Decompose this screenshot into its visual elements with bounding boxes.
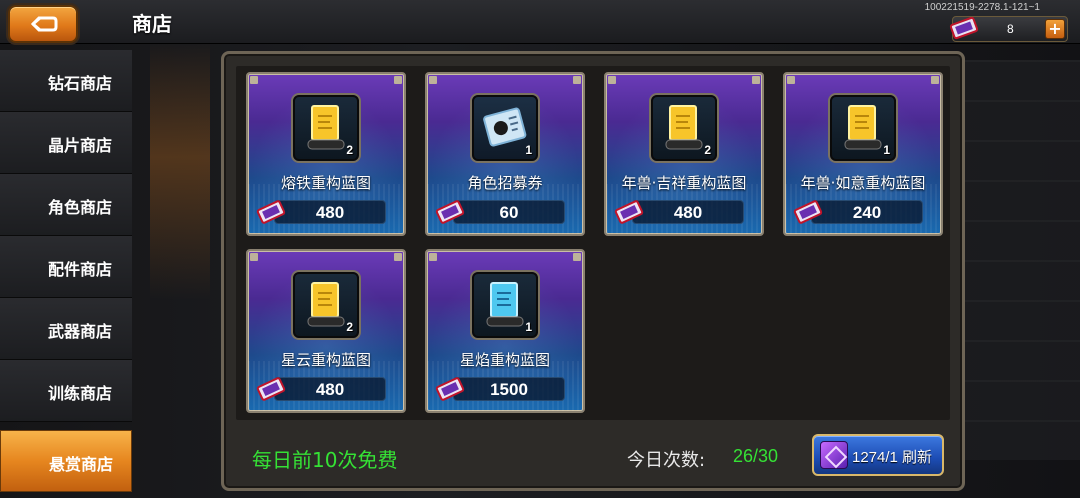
- sidebar-item-label: 武器商店: [48, 322, 113, 341]
- daily-count-label: 今日次数:: [627, 450, 706, 471]
- refresh-button-label: 1274/1 刷新: [852, 449, 933, 466]
- shop-item-card[interactable]: 2 熔铁重构蓝图 480: [246, 72, 406, 236]
- background-glow: [150, 40, 210, 300]
- price-bar: 1500: [453, 377, 565, 401]
- item-price: 240: [852, 203, 882, 222]
- top-bar: 商店 100221519-2278.1-121~1 8 +: [0, 0, 1080, 44]
- version-text: 100221519-2278.1-121~1: [924, 2, 1040, 13]
- price-bar: 480: [274, 377, 386, 401]
- shop-item-grid: 2 熔铁重构蓝图 480 1 角色招募券 60 2 年兽·吉祥重构蓝图 480 …: [236, 66, 950, 420]
- refresh-button[interactable]: 1274/1 刷新: [812, 434, 944, 476]
- sidebar-item-bounty-shop[interactable]: 悬赏商店: [0, 430, 132, 492]
- item-name: 角色招募券: [467, 174, 543, 192]
- sidebar-item-parts-shop[interactable]: 配件商店: [0, 236, 132, 298]
- bounty-ticket-icon: [435, 377, 465, 401]
- shop-item-card[interactable]: 2 星云重构蓝图 480: [246, 249, 406, 413]
- bounty-ticket-icon: [949, 16, 979, 40]
- shop-panel: 2 熔铁重构蓝图 480 1 角色招募券 60 2 年兽·吉祥重构蓝图 480 …: [221, 51, 965, 491]
- background-wall-panel: [960, 60, 1080, 460]
- sidebar-item-label: 钻石商店: [48, 74, 113, 93]
- price-bar: 60: [453, 200, 565, 224]
- bounty-ticket-icon: [256, 200, 286, 224]
- item-price: 480: [315, 203, 345, 222]
- price-bar: 480: [274, 200, 386, 224]
- shop-item-card[interactable]: 1 角色招募券 60: [425, 72, 585, 236]
- sidebar-item-weapon-shop[interactable]: 武器商店: [0, 298, 132, 360]
- sidebar-item-label: 配件商店: [48, 260, 113, 279]
- item-quantity: 1: [883, 143, 890, 157]
- recruit-ticket-icon: 1: [472, 95, 538, 161]
- item-quantity: 2: [704, 143, 711, 157]
- item-price: 480: [673, 203, 703, 222]
- bounty-ticket-icon: [793, 200, 823, 224]
- sidebar-item-training-shop[interactable]: 训练商店: [0, 360, 132, 422]
- shop-item-card[interactable]: 2 年兽·吉祥重构蓝图 480: [604, 72, 764, 236]
- gold-scroll-icon: 2: [293, 272, 359, 338]
- item-quantity: 2: [346, 320, 353, 334]
- item-quantity: 2: [346, 143, 353, 157]
- gold-scroll-icon: 2: [651, 95, 717, 161]
- item-price: 480: [315, 380, 345, 399]
- bounty-ticket-count: 8: [1007, 22, 1014, 36]
- shop-item-card[interactable]: 1 星焰重构蓝图 1500: [425, 249, 585, 413]
- item-price: 60: [499, 203, 519, 222]
- sidebar-item-label: 训练商店: [48, 384, 113, 403]
- page-title: 商店: [132, 12, 172, 36]
- item-quantity: 1: [525, 320, 532, 334]
- back-button[interactable]: [8, 5, 78, 43]
- back-arrow-icon: [30, 16, 58, 32]
- item-name: 年兽·吉祥重构蓝图: [621, 174, 747, 192]
- item-name: 星云重构蓝图: [280, 351, 371, 369]
- shop-item-card[interactable]: 1 年兽·如意重构蓝图 240: [783, 72, 943, 236]
- sidebar-item-label: 悬赏商店: [49, 455, 114, 474]
- refresh-cube-icon: [820, 441, 848, 469]
- gold-scroll-icon: 1: [830, 95, 896, 161]
- blue-scroll-icon: 1: [472, 272, 538, 338]
- free-refresh-note: 每日前10次免费: [252, 448, 398, 472]
- sidebar-item-label: 角色商店: [48, 198, 113, 217]
- bounty-ticket-icon: [614, 200, 644, 224]
- add-currency-button[interactable]: +: [1045, 19, 1065, 39]
- item-price: 1500: [490, 380, 528, 399]
- sidebar-item-label: 晶片商店: [48, 136, 113, 155]
- item-name: 熔铁重构蓝图: [280, 174, 371, 192]
- sidebar-item-chip-shop[interactable]: 晶片商店: [0, 112, 132, 174]
- item-quantity: 1: [525, 143, 532, 157]
- shop-sidebar: 钻石商店 晶片商店 角色商店 配件商店 武器商店 训练商店 悬赏商店: [0, 50, 132, 492]
- bounty-ticket-icon: [435, 200, 465, 224]
- daily-count-value: 26/30: [733, 446, 779, 466]
- bounty-ticket-counter: 8 +: [949, 16, 1068, 42]
- sidebar-item-character-shop[interactable]: 角色商店: [0, 174, 132, 236]
- sidebar-item-diamond-shop[interactable]: 钻石商店: [0, 50, 132, 112]
- item-name: 年兽·如意重构蓝图: [800, 174, 926, 192]
- item-name: 星焰重构蓝图: [459, 351, 550, 369]
- price-bar: 480: [632, 200, 744, 224]
- bounty-ticket-icon: [256, 377, 286, 401]
- gold-scroll-icon: 2: [293, 95, 359, 161]
- price-bar: 240: [811, 200, 923, 224]
